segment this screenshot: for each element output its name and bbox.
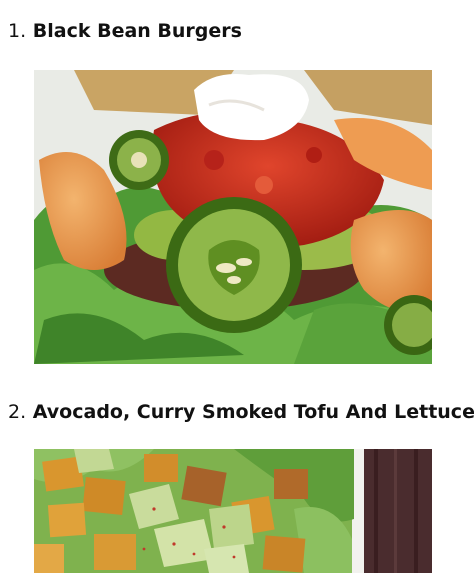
salad-illustration <box>34 449 432 573</box>
recipe-list-page: 1. Black Bean Burgers 2. Avocado, Curry … <box>0 0 474 573</box>
avocado-tofu-salad-photo <box>34 449 432 573</box>
recipe-heading-1: 1. Black Bean Burgers <box>8 19 242 43</box>
jalapeno-slice <box>109 130 169 190</box>
jalapeno-slice <box>166 197 302 333</box>
black-bean-burger-photo <box>34 70 432 364</box>
recipe-name: Black Bean Burgers <box>32 20 242 42</box>
recipe-number: 2. <box>8 401 27 423</box>
recipe-number: 1. <box>8 20 27 42</box>
recipe-heading-2: 2. Avocado, Curry Smoked Tofu And Lettuc… <box>8 400 474 424</box>
burger-illustration <box>34 70 432 364</box>
recipe-name: Avocado, Curry Smoked Tofu And Lettuce <box>32 401 474 423</box>
